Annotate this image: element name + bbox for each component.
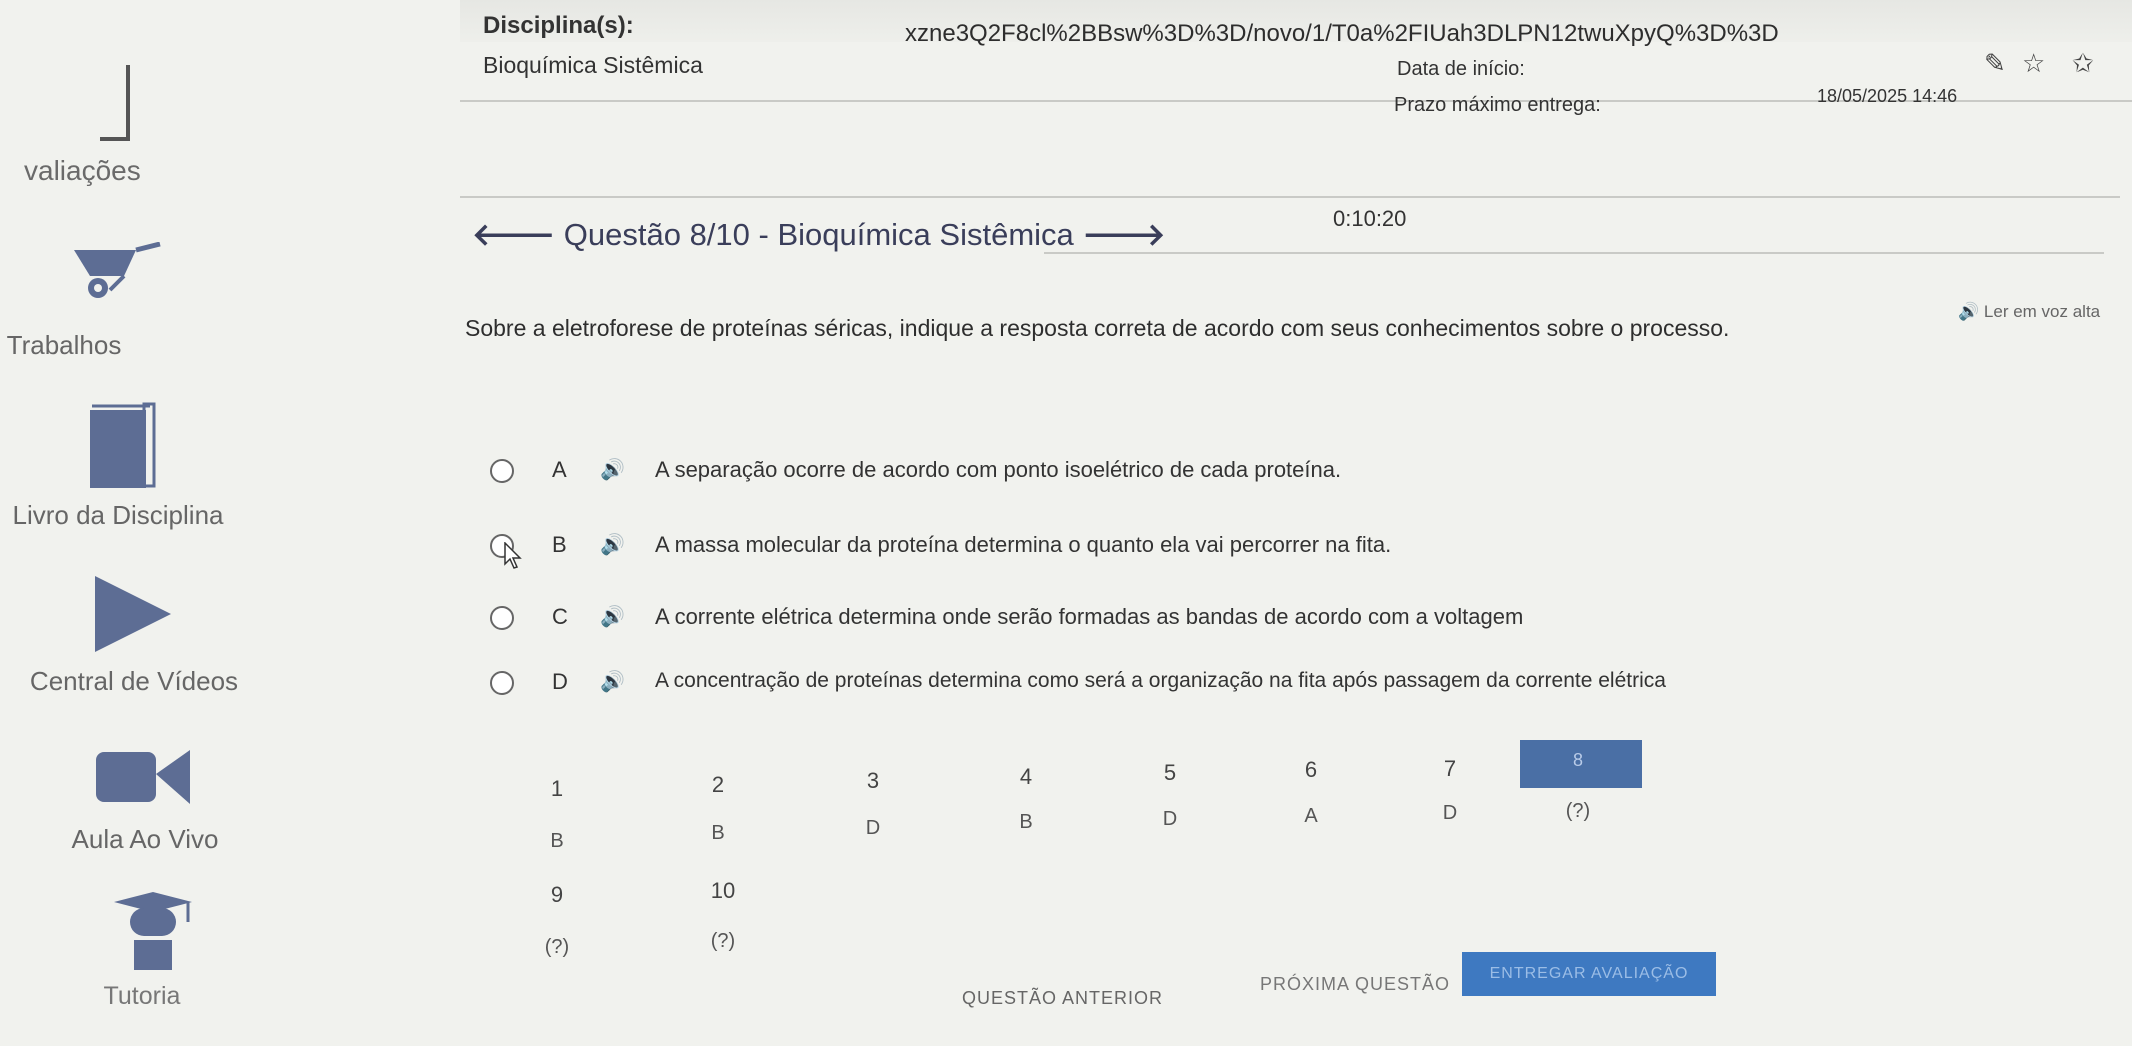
question-number: 8 [1572, 750, 1583, 770]
question-number: 7 [1443, 756, 1457, 781]
graduate-icon [114, 892, 192, 970]
question-number: 3 [866, 768, 880, 793]
question-answer: A [1304, 805, 1318, 827]
question-text: Sobre a eletroforese de proteínas sérica… [465, 315, 1730, 341]
timer: 0:10:20 [1333, 206, 1407, 231]
url-text: xzne3Q2F8cl%2BBsw%3D%3D/novo/1/T0a%2FIUa… [905, 20, 1779, 47]
question-number: 2 [711, 772, 725, 797]
option-radio[interactable] [490, 606, 514, 630]
option-text: A massa molecular da proteína determina … [655, 532, 1392, 557]
speaker-icon[interactable]: 🔊 [600, 669, 625, 694]
question-title-text: Questão 8/10 - Bioquímica Sistêmica [563, 217, 1074, 252]
speaker-icon: 🔊 [1958, 302, 1980, 321]
start-date-value: 18/05/2025 14:46 [1817, 86, 1958, 106]
wheelbarrow-icon [74, 242, 161, 298]
read-aloud-label: Ler em voz alta [1983, 302, 2101, 321]
deadline-label: Prazo máximo entrega: [1394, 94, 1601, 116]
discipline-value: Bioquímica Sistêmica [483, 52, 703, 78]
question-title: 🡐 Questão 8/10 - Bioquímica Sistêmica 🡒 [472, 216, 1166, 253]
sidebar-item-avaliacoes[interactable]: valiações [24, 155, 141, 187]
speaker-icon[interactable]: 🔊 [600, 532, 625, 557]
speaker-icon[interactable]: 🔊 [600, 457, 625, 482]
sidebar-item-label: Central de Vídeos [29, 666, 239, 696]
sidebar-item-trabalhos[interactable]: Trabalhos [0, 240, 300, 370]
read-aloud-button[interactable]: 🔊 Ler em voz alta [1958, 302, 2100, 322]
sidebar-item-label: Trabalhos [6, 330, 122, 360]
question-answer: B [711, 822, 725, 844]
question-answer: B [1019, 811, 1033, 833]
option-letter: C [552, 604, 568, 629]
option-letter: B [552, 532, 567, 557]
sidebar-item-tutoria[interactable]: Tutoria [0, 890, 300, 1010]
sidebar-item-livro-da-disciplina[interactable]: Livro da Disciplina [0, 402, 300, 532]
option-radio[interactable] [490, 671, 514, 695]
star-icon[interactable]: ☆ [2022, 48, 2045, 79]
decorative-corner-icon [100, 65, 130, 141]
play-icon [95, 576, 171, 652]
question-number: 6 [1304, 757, 1318, 782]
sidebar-item-central-de-videos[interactable]: Central de Vídeos [0, 576, 300, 706]
question-answer: (?) [710, 930, 736, 952]
question-number: 10 [710, 878, 736, 903]
speaker-icon[interactable]: 🔊 [600, 604, 625, 629]
video-camera-icon [96, 750, 190, 804]
mouse-cursor-icon [504, 542, 522, 569]
option-text: A concentração de proteínas determina co… [655, 669, 1666, 692]
start-date-label: Data de início: [1397, 58, 1525, 80]
option-radio[interactable] [490, 459, 514, 483]
option-letter: A [552, 457, 567, 482]
option-text: A separação ocorre de acordo com ponto i… [655, 457, 1342, 482]
sidebar-item-label: Tutoria [103, 982, 181, 1010]
question-number: 5 [1163, 760, 1177, 785]
next-arrow-icon[interactable]: 🡒 [1082, 217, 1165, 252]
sidebar-item-label: Livro da Disciplina [12, 500, 224, 530]
favorites-icon[interactable]: ✩ [2072, 48, 2094, 79]
submit-assessment-button[interactable]: ENTREGAR AVALIAÇÃO [1462, 952, 1716, 996]
option-letter: D [552, 669, 568, 694]
previous-arrow-icon[interactable]: 🡐 [472, 217, 555, 252]
sidebar-item-aula-ao-vivo[interactable]: Aula Ao Vivo [0, 746, 300, 856]
question-divider [460, 196, 2120, 198]
sidebar: valiações Trabalhos Livro da Disciplina [0, 0, 300, 1046]
question-answer: D [865, 817, 881, 839]
question-number: 1 [550, 776, 564, 801]
question-answer: D [1162, 808, 1178, 830]
question-answer: D [1442, 802, 1458, 824]
sidebar-item-label: Aula Ao Vivo [71, 824, 219, 854]
book-icon [90, 402, 156, 488]
question-answer: (?) [544, 936, 570, 958]
pen-icon[interactable]: ✎ [1984, 48, 2006, 79]
discipline-label: Disciplina(s): [483, 12, 634, 39]
question-answer: B [550, 830, 564, 852]
question-number: 9 [550, 882, 564, 907]
title-underline [1044, 252, 2104, 254]
option-text: A corrente elétrica determina onde serão… [655, 604, 1524, 629]
question-number: 4 [1019, 764, 1033, 789]
previous-question-button[interactable]: QUESTÃO ANTERIOR [962, 988, 1163, 1009]
next-question-button[interactable]: PRÓXIMA QUESTÃO [1260, 974, 1450, 995]
question-answer: (?) [1565, 800, 1591, 822]
